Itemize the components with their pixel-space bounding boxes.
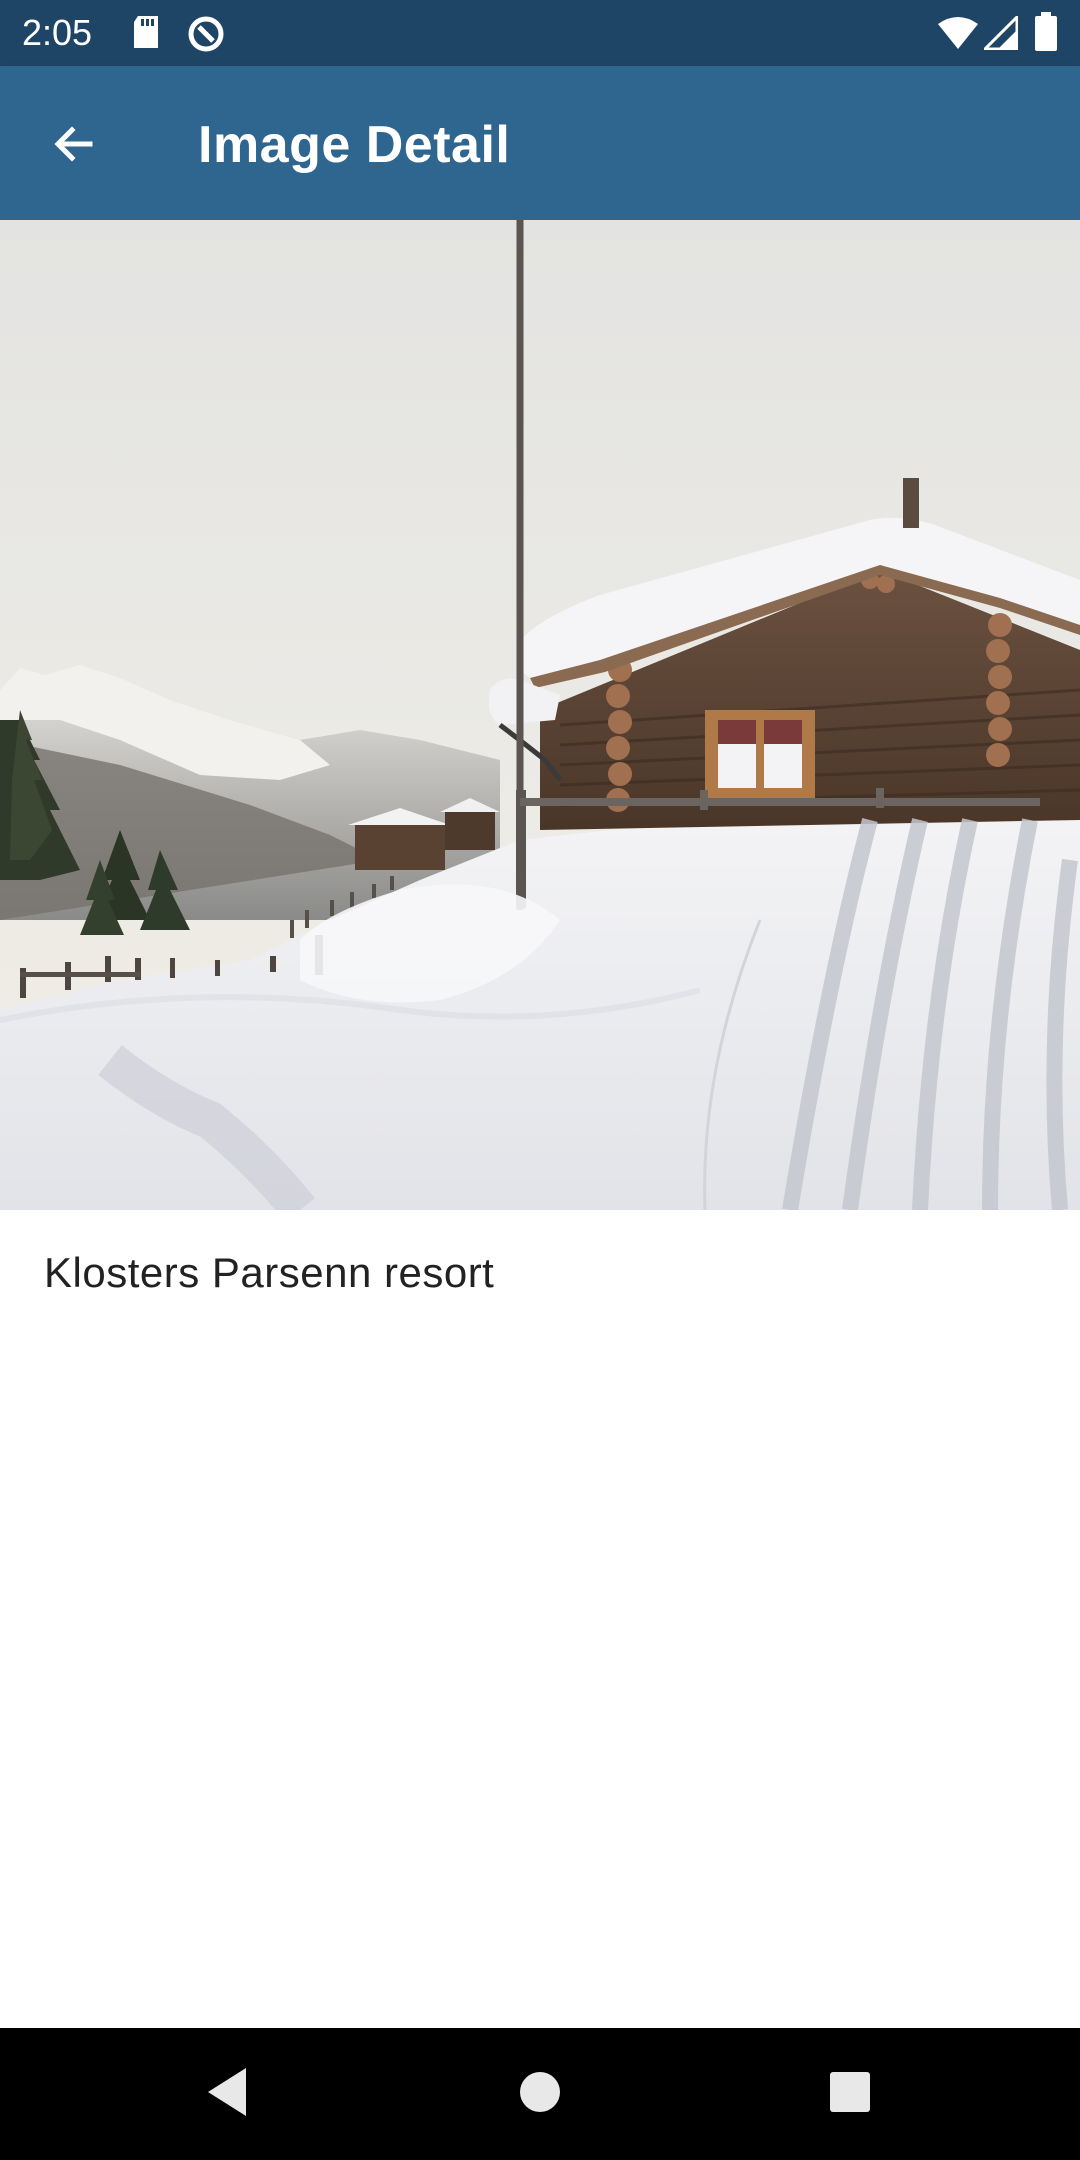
home-circle-icon xyxy=(518,2070,562,2119)
sd-card-icon xyxy=(130,14,162,55)
page-title: Image Detail xyxy=(198,116,511,174)
wifi-icon xyxy=(936,16,980,55)
nav-back-button[interactable] xyxy=(196,2062,260,2126)
system-nav-bar xyxy=(0,2028,1080,2160)
nav-recents-button[interactable] xyxy=(818,2062,882,2126)
status-time: 2:05 xyxy=(22,12,93,53)
data-saver-icon xyxy=(186,14,226,59)
back-button[interactable] xyxy=(36,108,112,184)
cell-signal-icon xyxy=(981,13,1019,55)
image-caption: Klosters Parsenn resort xyxy=(44,1249,495,1296)
app-bar: Image Detail xyxy=(0,66,1080,220)
nav-home-button[interactable] xyxy=(508,2062,572,2126)
detail-image xyxy=(0,220,1080,1210)
arrow-back-icon xyxy=(50,120,98,173)
back-triangle-icon xyxy=(204,2066,252,2123)
battery-icon xyxy=(1034,12,1058,57)
status-bar: 2:05 xyxy=(0,0,1080,66)
recents-square-icon xyxy=(828,2070,872,2119)
